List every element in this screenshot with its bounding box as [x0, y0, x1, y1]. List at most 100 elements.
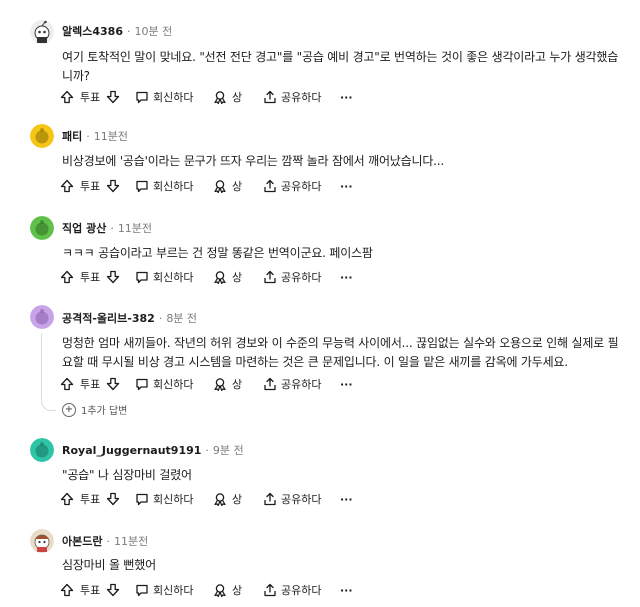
- more-options-button[interactable]: ···: [340, 375, 353, 393]
- user-avatar-icon: [30, 305, 54, 329]
- username[interactable]: 패티: [62, 130, 82, 143]
- award-icon: [212, 179, 228, 193]
- more-options-button[interactable]: ···: [340, 177, 353, 195]
- avatar[interactable]: [30, 305, 54, 329]
- award-label: 상: [232, 271, 243, 284]
- share-button[interactable]: 공유하다: [263, 375, 321, 393]
- avatar[interactable]: [30, 529, 54, 553]
- avatar[interactable]: [30, 438, 54, 462]
- downvote-button[interactable]: [106, 490, 120, 508]
- arrow-down-icon: [106, 377, 120, 391]
- more-options-button[interactable]: ···: [340, 88, 353, 106]
- upvote-button[interactable]: [60, 177, 74, 195]
- username[interactable]: 직업 광산: [62, 222, 106, 235]
- username[interactable]: 공격적-올리브-382: [62, 312, 155, 325]
- comment-bubble-icon: [135, 492, 149, 506]
- reply-button[interactable]: 회신하다: [135, 490, 193, 508]
- ellipsis-icon: ···: [340, 377, 353, 391]
- comment-meta: 아본드란 · 11분전: [62, 535, 149, 548]
- upvote-button[interactable]: [60, 581, 74, 599]
- avatar[interactable]: [30, 216, 54, 240]
- avatar[interactable]: [30, 124, 54, 148]
- more-options-button[interactable]: ···: [340, 268, 353, 286]
- arrow-down-icon: [106, 492, 120, 506]
- vote-count: 투표: [80, 493, 101, 506]
- share-button[interactable]: 공유하다: [263, 177, 321, 195]
- ellipsis-icon: ···: [340, 90, 353, 104]
- timestamp[interactable]: 10분 전: [134, 25, 172, 38]
- award-button[interactable]: 상: [212, 581, 242, 599]
- comment-bubble-icon: [135, 583, 149, 597]
- comment-text: 여기 토착적인 말이 맞네요. "선전 전단 경고"를 "공습 예비 경고"로 …: [62, 50, 619, 83]
- reply-button[interactable]: 회신하다: [135, 88, 193, 106]
- share-label: 공유하다: [281, 493, 322, 506]
- downvote-button[interactable]: [106, 268, 120, 286]
- username[interactable]: 알렉스4386: [62, 25, 123, 38]
- ellipsis-icon: ···: [340, 492, 353, 506]
- reply-button[interactable]: 회신하다: [135, 375, 193, 393]
- award-icon: [212, 377, 228, 391]
- share-button[interactable]: 공유하다: [263, 490, 321, 508]
- arrow-up-icon: [60, 583, 74, 597]
- timestamp[interactable]: 11분전: [118, 222, 152, 235]
- more-options-button[interactable]: ···: [340, 581, 353, 599]
- upvote-button[interactable]: [60, 268, 74, 286]
- share-icon: [263, 377, 277, 391]
- arrow-up-icon: [60, 377, 74, 391]
- reply-label: 회신하다: [153, 493, 194, 506]
- timestamp[interactable]: 9분 전: [213, 444, 244, 457]
- ellipsis-icon: ···: [340, 179, 353, 193]
- award-button[interactable]: 상: [212, 268, 242, 286]
- arrow-down-icon: [106, 270, 120, 284]
- share-button[interactable]: 공유하다: [263, 268, 321, 286]
- comment-bubble-icon: [135, 377, 149, 391]
- award-button[interactable]: 상: [212, 375, 242, 393]
- award-label: 상: [232, 180, 243, 193]
- thread-line[interactable]: [41, 333, 42, 401]
- downvote-button[interactable]: [106, 581, 120, 599]
- share-icon: [263, 492, 277, 506]
- comment-bubble-icon: [135, 179, 149, 193]
- downvote-button[interactable]: [106, 88, 120, 106]
- reply-label: 회신하다: [153, 180, 194, 193]
- share-label: 공유하다: [281, 378, 322, 391]
- avatar[interactable]: [30, 20, 54, 44]
- upvote-button[interactable]: [60, 490, 74, 508]
- comment-bubble-icon: [135, 90, 149, 104]
- reply-button[interactable]: 회신하다: [135, 268, 193, 286]
- timestamp[interactable]: 11분전: [114, 535, 148, 548]
- upvote-button[interactable]: [60, 375, 74, 393]
- timestamp[interactable]: 11분전: [94, 130, 128, 143]
- award-icon: [212, 492, 228, 506]
- award-label: 상: [232, 91, 243, 104]
- username[interactable]: Royal_Juggernaut9191: [62, 444, 201, 457]
- share-button[interactable]: 공유하다: [263, 88, 321, 106]
- share-button[interactable]: 공유하다: [263, 581, 321, 599]
- user-avatar-icon: [30, 124, 54, 148]
- user-avatar-icon: [30, 529, 54, 553]
- award-icon: [212, 583, 228, 597]
- arrow-up-icon: [60, 492, 74, 506]
- more-replies-label: 1추가 답변: [81, 406, 128, 417]
- vote-count: 투표: [80, 180, 101, 193]
- award-button[interactable]: 상: [212, 88, 242, 106]
- downvote-button[interactable]: [106, 375, 120, 393]
- timestamp[interactable]: 8분 전: [166, 312, 197, 325]
- downvote-button[interactable]: [106, 177, 120, 195]
- reply-button[interactable]: 회신하다: [135, 177, 193, 195]
- arrow-up-icon: [60, 270, 74, 284]
- reply-label: 회신하다: [153, 271, 194, 284]
- award-button[interactable]: 상: [212, 177, 242, 195]
- comment-text: 멍청한 엄마 새끼들아. 작년의 허위 경보와 이 수준의 무능력 사이에서..…: [62, 336, 619, 369]
- ellipsis-icon: ···: [340, 583, 353, 597]
- more-replies-button[interactable]: + 1추가 답변: [62, 402, 127, 417]
- username[interactable]: 아본드란: [62, 535, 102, 548]
- comment-text: ㅋㅋㅋ 공습이라고 부르는 건 정말 똥같은 번역이군요. 페이스팜: [62, 246, 373, 260]
- reply-button[interactable]: 회신하다: [135, 581, 193, 599]
- user-avatar-icon: [30, 438, 54, 462]
- more-options-button[interactable]: ···: [340, 490, 353, 508]
- vote-count: 투표: [80, 271, 101, 284]
- comment-meta: 알렉스4386 · 10분 전: [62, 25, 173, 38]
- upvote-button[interactable]: [60, 88, 74, 106]
- award-button[interactable]: 상: [212, 490, 242, 508]
